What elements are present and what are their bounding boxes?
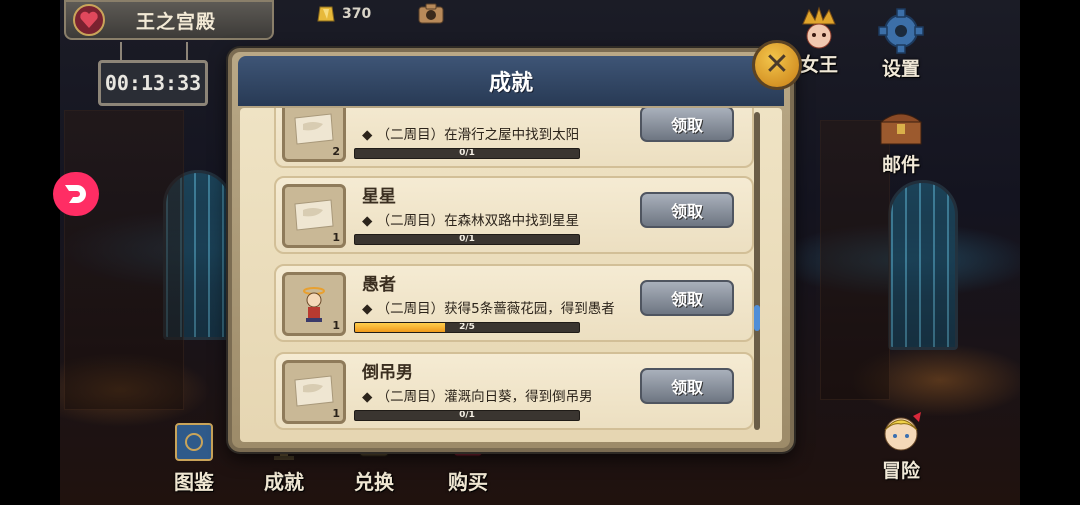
settings-button[interactable]: 设置 — [866, 8, 936, 81]
progress-text: 0/1 — [459, 410, 475, 420]
gear-icon — [878, 8, 924, 54]
book-icon — [175, 423, 213, 461]
queen-icon — [802, 6, 836, 49]
close-icon: ✕ — [764, 47, 790, 82]
right-letterbox — [1020, 0, 1080, 505]
timer-chain — [186, 42, 188, 60]
achievement-count: 2 — [332, 145, 340, 158]
timer-chain — [120, 42, 122, 60]
achievement-count: 1 — [332, 231, 340, 244]
chest-icon — [879, 113, 923, 145]
ticket-icon — [294, 375, 334, 407]
currency-display: 370 — [316, 4, 371, 24]
achievement-icon-frame: 1 — [282, 360, 346, 424]
achievement-row: 2 ◆ （二周目）在滑行之屋中找到太阳 0/1 领取 — [274, 108, 754, 168]
currency-value: 370 — [342, 6, 372, 22]
location-name: 王之宫殿 — [136, 10, 217, 33]
overlay-app-button[interactable] — [53, 172, 99, 216]
achievements-dialog: 成就 2 ◆ （二周目）在滑行之屋中找到太阳 0/1 领取 1 星星 ◆ （二周… — [228, 48, 794, 452]
purchase-label: 购买 — [448, 470, 488, 494]
achievement-progress-bar: 0/1 — [354, 148, 580, 159]
royal-heart-emblem-icon — [66, 0, 112, 40]
settings-label: 设置 — [881, 58, 920, 80]
camera-icon[interactable] — [418, 2, 444, 24]
achievement-list[interactable]: 2 ◆ （二周目）在滑行之屋中找到太阳 0/1 领取 1 星星 ◆ （二周目）在… — [240, 108, 782, 442]
scrollbar-track[interactable] — [754, 112, 760, 430]
claim-button[interactable]: 领取 — [640, 108, 734, 142]
achievement-icon-frame: 2 — [282, 108, 346, 162]
achievement-description: ◆ （二周目）灌溉向日葵，得到倒吊男 — [362, 389, 593, 405]
achievement-count: 1 — [332, 319, 340, 332]
claim-button[interactable]: 领取 — [640, 192, 734, 228]
achievement-progress-bar: 2/5 — [354, 322, 580, 333]
fool-character-icon — [303, 287, 325, 322]
progress-text: 2/5 — [459, 322, 475, 332]
adventure-button[interactable]: 冒险 — [866, 410, 936, 483]
achievement-row: 1 愚者 ◆ （二周目）获得5条蔷薇花园，得到愚者 2/5 领取 — [274, 264, 754, 342]
character-icon — [884, 412, 921, 451]
close-button[interactable]: ✕ — [752, 40, 802, 90]
claim-button[interactable]: 领取 — [640, 368, 734, 404]
progress-text: 0/1 — [459, 148, 475, 158]
achievement-progress-bar: 0/1 — [354, 410, 580, 421]
achievements-label: 成就 — [264, 470, 304, 494]
achievement-name: 倒吊男 — [362, 363, 413, 383]
achievement-count: 1 — [332, 407, 340, 420]
overlay-logo-icon — [65, 185, 86, 203]
gold-crystal-icon — [317, 6, 335, 22]
achievement-row: 1 倒吊男 ◆ （二周目）灌溉向日葵，得到倒吊男 0/1 领取 — [274, 352, 754, 430]
progress-text: 0/1 — [459, 234, 475, 244]
bookshelf-left — [64, 110, 184, 410]
achievement-row: 1 星星 ◆ （二周目）在森林双路中找到星星 0/1 领取 — [274, 176, 754, 254]
stained-window-right — [888, 180, 958, 350]
achievement-description: ◆ （二周目）获得5条蔷薇花园，得到愚者 — [362, 301, 615, 317]
achievement-name: 星星 — [362, 187, 396, 207]
guide-label: 图鉴 — [174, 470, 214, 494]
guide-button[interactable]: 图鉴 — [154, 420, 234, 495]
achievement-name: 愚者 — [362, 275, 396, 295]
scrollbar-thumb[interactable] — [754, 305, 760, 331]
ticket-icon — [294, 199, 334, 231]
achievement-description: ◆ （二周目）在森林双路中找到星星 — [362, 213, 580, 229]
achievement-progress-bar: 0/1 — [354, 234, 580, 245]
left-letterbox — [0, 0, 60, 505]
dialog-title: 成就 — [488, 71, 533, 96]
achievement-icon-frame: 1 — [282, 184, 346, 248]
dialog-header: 成就 — [238, 56, 784, 106]
achievement-description: ◆ （二周目）在滑行之屋中找到太阳 — [362, 127, 580, 143]
mail-label: 邮件 — [881, 154, 920, 176]
exchange-label: 兑换 — [354, 470, 394, 494]
adventure-label: 冒险 — [881, 460, 920, 482]
achievement-icon-frame: 1 — [282, 272, 346, 336]
mail-button[interactable]: 邮件 — [866, 104, 936, 177]
ticket-icon — [294, 113, 334, 145]
location-banner: 王之宫殿 — [64, 0, 274, 40]
play-timer: 00:13:33 — [98, 60, 208, 106]
claim-button[interactable]: 领取 — [640, 280, 734, 316]
